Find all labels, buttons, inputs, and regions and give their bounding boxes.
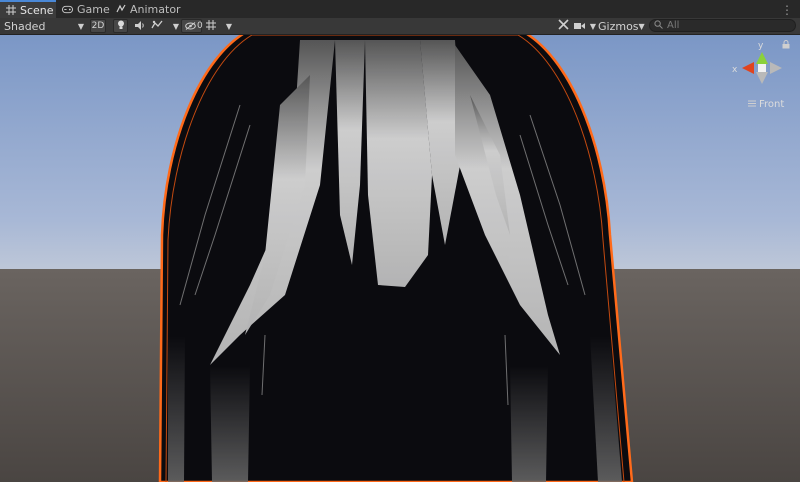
animator-icon — [116, 4, 126, 15]
lighting-toggle-button[interactable] — [113, 19, 128, 33]
scene-camera-dropdown[interactable]: ▼ — [206, 18, 232, 34]
tab-scene[interactable]: Scene — [0, 0, 56, 18]
speaker-icon — [135, 20, 145, 33]
search-icon — [654, 19, 663, 32]
toggle-2d-label: 2D — [91, 21, 105, 31]
hidden-objects-toggle[interactable]: 0 — [181, 19, 203, 33]
hair-model-render — [0, 35, 800, 482]
grid-options-icon — [206, 19, 216, 33]
gamepad-icon — [62, 4, 73, 15]
view-mode-label[interactable]: Front — [748, 99, 784, 110]
more-options-icon[interactable]: ⋮ — [781, 3, 794, 17]
hidden-objects-count: 0 — [197, 21, 203, 31]
window-tab-bar: Scene Game Animator ⋮ — [0, 0, 800, 19]
chevron-down-icon: ▼ — [77, 21, 84, 31]
effects-dropdown[interactable]: ▼ — [151, 18, 179, 34]
hierarchy-search-input[interactable]: All — [649, 19, 796, 32]
tab-game-label: Game — [77, 2, 110, 16]
gizmo-neg-x-axis-cone[interactable] — [770, 62, 782, 74]
tools-icon — [557, 19, 569, 33]
scene-viewport[interactable] — [0, 35, 800, 482]
gizmo-x-label: x — [732, 65, 738, 75]
chevron-down-icon: ▼ — [638, 21, 645, 31]
tools-toggle-button[interactable] — [556, 18, 570, 34]
gizmo-center-cube[interactable] — [758, 64, 766, 72]
gizmo-y-axis-cone[interactable] — [756, 52, 768, 64]
tab-game[interactable]: Game — [56, 0, 110, 18]
view-mode-text: Front — [759, 99, 785, 110]
search-placeholder: All — [667, 20, 680, 31]
lightbulb-icon — [117, 20, 125, 33]
tab-scene-label: Scene — [20, 3, 54, 17]
gizmo-x-axis-cone[interactable] — [742, 62, 754, 74]
shading-mode-label: Shaded — [4, 19, 46, 33]
menu-lines-icon — [748, 99, 756, 110]
gizmos-label: Gizmos — [598, 19, 639, 33]
tab-animator-label: Animator — [130, 2, 181, 16]
gizmo-y-label: y — [758, 41, 764, 51]
chevron-down-icon: ▼ — [172, 21, 179, 31]
effects-icon — [151, 20, 163, 33]
camera-icon — [574, 20, 585, 33]
gizmo-neg-y-axis-cone[interactable] — [756, 72, 768, 84]
shading-mode-dropdown[interactable]: Shaded ▼ — [2, 18, 86, 34]
chevron-down-icon: ▼ — [589, 21, 596, 31]
camera-settings-dropdown[interactable]: ▼ — [574, 18, 596, 34]
grid-icon — [6, 5, 16, 16]
gizmos-dropdown[interactable]: Gizmos ▼ — [598, 18, 645, 34]
audio-toggle-button[interactable] — [133, 18, 147, 34]
eye-slash-icon — [185, 20, 196, 33]
lock-icon[interactable] — [782, 40, 790, 52]
tab-animator[interactable]: Animator — [110, 0, 181, 18]
scene-toolbar: Shaded ▼ 2D ▼ 0 ▼ ▼ Gizmos ▼ All — [0, 18, 800, 35]
toggle-2d-button[interactable]: 2D — [90, 19, 106, 33]
chevron-down-icon: ▼ — [225, 21, 232, 31]
